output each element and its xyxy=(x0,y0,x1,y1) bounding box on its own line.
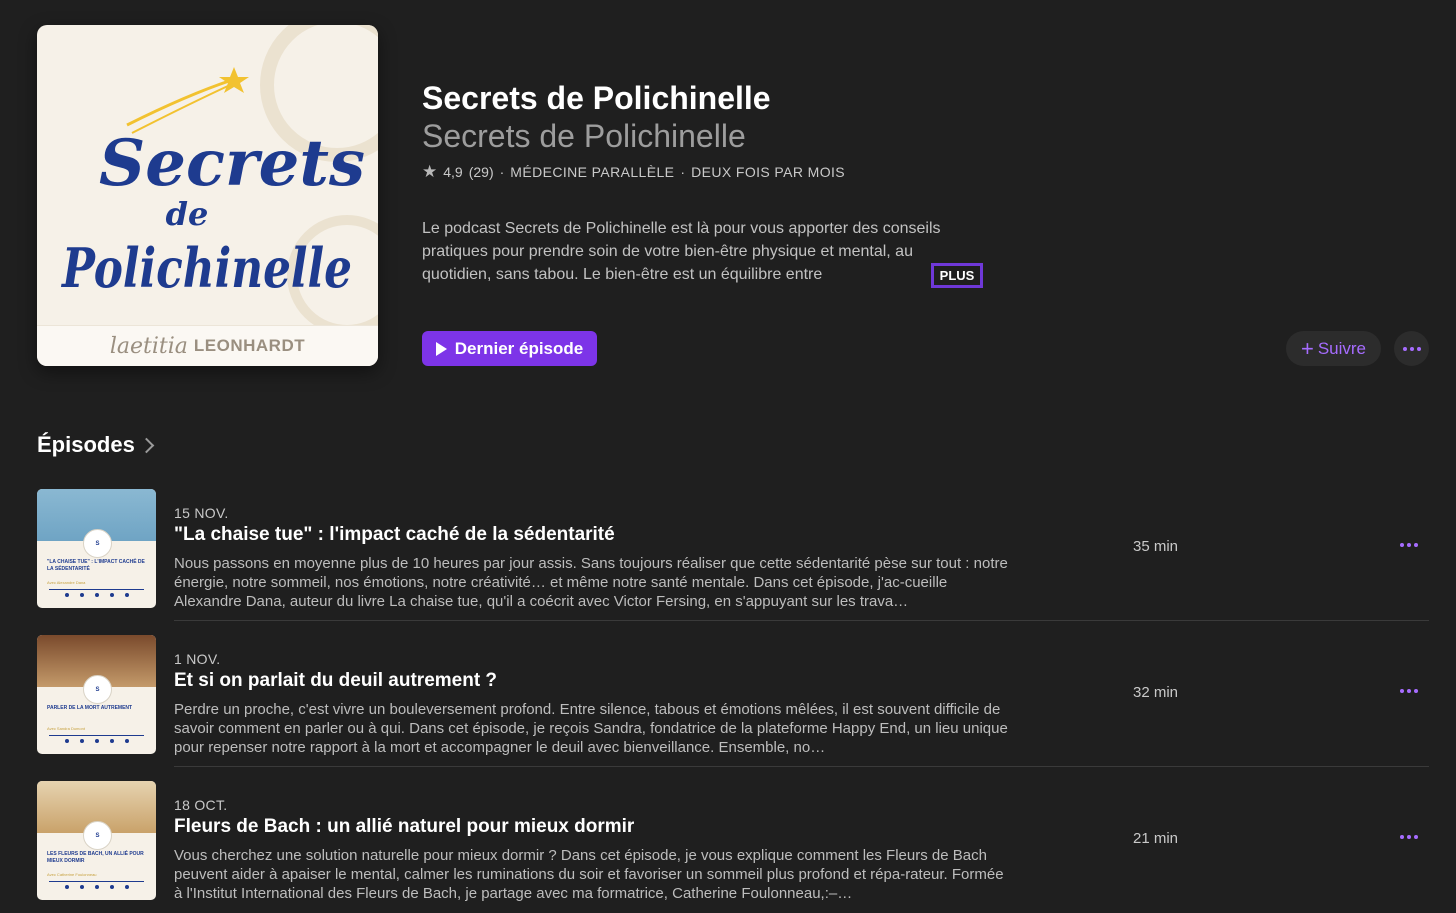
chevron-right-icon xyxy=(138,437,155,453)
episode-title[interactable]: Fleurs de Bach : un allié naturel pour m… xyxy=(174,816,634,838)
more-icon[interactable] xyxy=(1400,543,1418,547)
episode-description: Nous passons en moyenne plus de 10 heure… xyxy=(174,555,1008,610)
thumbnail-player-controls xyxy=(65,885,129,891)
follow-button[interactable]: + Suivre xyxy=(1286,331,1381,366)
meta-separator: · xyxy=(499,164,505,180)
episode-title[interactable]: Et si on parlait du deuil autrement ? xyxy=(174,670,497,692)
follow-label: Suivre xyxy=(1317,338,1367,358)
thumbnail-progress-line xyxy=(49,589,144,590)
more-description-button[interactable]: PLUS xyxy=(931,263,983,288)
thumbnail-caption: "LA CHAISE TUE" : L'IMPACT CACHÉ DE LA S… xyxy=(47,559,145,572)
play-icon xyxy=(435,341,447,356)
description-fade xyxy=(880,263,932,288)
podcast-description: Le podcast Secrets de Polichinelle est l… xyxy=(422,220,941,283)
podcast-artwork[interactable]: Secrets de Polichinelle laetitia LEONHAR… xyxy=(37,25,378,366)
episode-thumbnail: S "LA CHAISE TUE" : L'IMPACT CACHÉ DE LA… xyxy=(37,489,156,608)
thumbnail-caption: LES FLEURS DE BACH, UN ALLIÉ POUR MIEUX … xyxy=(47,851,144,864)
star-icon: ★ xyxy=(422,162,438,181)
episode-date: 1 NOV. xyxy=(174,651,221,667)
episode-thumbnail: S LES FLEURS DE BACH, UN ALLIÉ POUR MIEU… xyxy=(37,781,156,900)
more-icon xyxy=(1402,346,1421,351)
podcast-author-link[interactable]: Secrets de Polichinelle xyxy=(422,118,746,155)
episodes-heading-link[interactable]: Épisodes xyxy=(37,432,155,458)
frequency-label: DEUX FOIS PAR MOIS xyxy=(691,164,846,180)
podcast-meta: ★ 4,9 (29) · MÉDECINE PARALLÈLE · DEUX F… xyxy=(422,162,846,181)
latest-episode-label: Dernier épisode xyxy=(454,338,584,358)
artwork-line2: de xyxy=(166,195,209,233)
thumbnail-player-controls xyxy=(65,593,129,599)
plus-icon: + xyxy=(1300,335,1314,361)
episode-row[interactable]: S LES FLEURS DE BACH, UN ALLIÉ POUR MIEU… xyxy=(0,767,1456,913)
episode-date: 18 OCT. xyxy=(174,797,228,813)
podcast-more-button[interactable] xyxy=(1394,331,1429,366)
episode-description: Vous cherchez une solution naturelle pou… xyxy=(174,847,1004,902)
artwork-line3: Polichinelle xyxy=(60,236,352,300)
thumbnail-author: Avec Sandra Dumont xyxy=(47,726,85,731)
artwork-author-last: LEONHARDT xyxy=(193,336,306,355)
episode-description: Perdre un proche, c'est vivre un bouleve… xyxy=(174,701,1008,756)
episode-thumbnail: S PARLER DE LA MORT AUTREMENT Avec Sandr… xyxy=(37,635,156,754)
more-icon[interactable] xyxy=(1400,835,1418,839)
thumbnail-caption: PARLER DE LA MORT AUTREMENT xyxy=(47,705,133,711)
episode-duration: 21 min xyxy=(1133,830,1179,847)
more-icon[interactable] xyxy=(1400,689,1418,693)
meta-separator: · xyxy=(680,164,686,180)
artwork-line1: Secrets xyxy=(99,126,365,201)
rating-value: 4,9 xyxy=(443,164,463,180)
episode-date: 15 NOV. xyxy=(174,505,229,521)
artwork-graphic: Secrets de Polichinelle xyxy=(60,25,378,335)
podcast-logo-icon: S xyxy=(83,821,112,850)
rating-count: (29) xyxy=(468,164,494,180)
podcast-logo-icon: S xyxy=(83,529,112,558)
artwork-author-band: laetitia LEONHARDT xyxy=(37,325,378,366)
episode-title[interactable]: "La chaise tue" : l'impact caché de la s… xyxy=(174,524,615,546)
episode-row[interactable]: S PARLER DE LA MORT AUTREMENT Avec Sandr… xyxy=(0,621,1456,767)
episode-row[interactable]: S "LA CHAISE TUE" : L'IMPACT CACHÉ DE LA… xyxy=(0,475,1456,621)
thumbnail-progress-line xyxy=(49,881,144,882)
category-link[interactable]: MÉDECINE PARALLÈLE xyxy=(510,164,674,180)
latest-episode-button[interactable]: Dernier épisode xyxy=(422,331,597,366)
podcast-logo-icon: S xyxy=(83,675,112,704)
thumbnail-author: Avec Alexandre Dana xyxy=(47,580,86,585)
podcast-title: Secrets de Polichinelle xyxy=(422,80,771,116)
episode-duration: 35 min xyxy=(1133,538,1179,555)
episode-duration: 32 min xyxy=(1133,684,1179,701)
artwork-author-first: laetitia xyxy=(109,333,188,359)
thumbnail-player-controls xyxy=(65,739,129,745)
thumbnail-author: Avec Catherine Foulonneau xyxy=(47,872,97,877)
thumbnail-progress-line xyxy=(49,735,144,736)
episodes-heading: Épisodes xyxy=(37,432,135,457)
